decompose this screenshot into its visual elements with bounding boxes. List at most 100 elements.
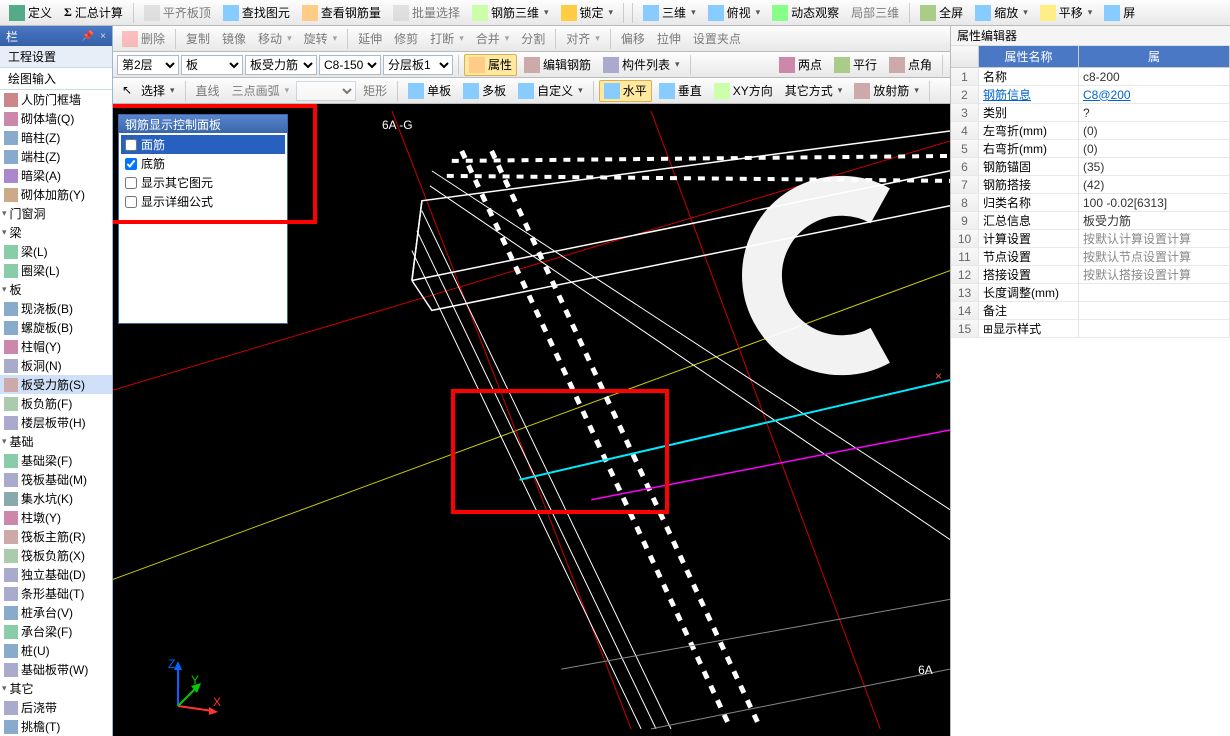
member-list-button[interactable]: 构件列表▾: [598, 54, 685, 76]
tree-item[interactable]: 楼层板带(H): [0, 413, 112, 432]
expand-icon[interactable]: ⊞: [983, 322, 993, 336]
define-button[interactable]: 定义: [4, 2, 57, 24]
tree-item[interactable]: 现浇板(B): [0, 299, 112, 318]
prop-value[interactable]: (42): [1079, 176, 1230, 193]
prop-row[interactable]: 10计算设置按默认计算设置计算: [951, 230, 1230, 248]
prop-value[interactable]: 板受力筋: [1079, 212, 1230, 229]
select-button[interactable]: ↖选择▾: [117, 80, 180, 102]
local-3d-button[interactable]: 局部三维: [846, 2, 904, 24]
radial-button[interactable]: 放射筋▾: [849, 80, 924, 102]
tree-item[interactable]: ▾门窗洞: [0, 204, 112, 223]
move-button[interactable]: 移动▾: [253, 28, 297, 50]
tree-item[interactable]: 条形基础(T): [0, 584, 112, 603]
tree-item[interactable]: 基础板带(W): [0, 660, 112, 679]
tree-item[interactable]: 板受力筋(S): [0, 375, 112, 394]
tab-project-settings[interactable]: 工程设置: [0, 46, 112, 68]
option-checkbox[interactable]: [125, 139, 137, 151]
prop-value[interactable]: ?: [1079, 104, 1230, 121]
tree-item[interactable]: 砌体加筋(Y): [0, 185, 112, 204]
stretch-button[interactable]: 拉伸: [652, 28, 686, 50]
tree-item[interactable]: ▾基础: [0, 432, 112, 451]
close-icon[interactable]: ×: [100, 31, 106, 42]
align-board-button[interactable]: 平齐板顶: [139, 2, 216, 24]
component-tree[interactable]: 人防门框墙砌体墙(Q)暗柱(Z)端柱(Z)暗梁(A)砌体加筋(Y)▾门窗洞▾梁梁…: [0, 90, 112, 736]
pan-button[interactable]: 平移▾: [1035, 2, 1098, 24]
prop-row[interactable]: 1名称c8-200: [951, 68, 1230, 86]
rebar-display-panel[interactable]: 钢筋显示控制面板 面筋底筋显示其它图元显示详细公式: [118, 114, 288, 324]
tree-item[interactable]: 螺旋板(B): [0, 318, 112, 337]
spec-select[interactable]: C8-150: [319, 55, 381, 75]
tree-item[interactable]: 柱墩(Y): [0, 508, 112, 527]
prop-grid[interactable]: 1名称c8-2002钢筋信息C8@2003类别?4左弯折(mm)(0)5右弯折(…: [951, 68, 1230, 736]
full-button[interactable]: 全屏: [915, 2, 968, 24]
lock-button[interactable]: 锁定▾: [556, 2, 619, 24]
prop-row[interactable]: 13长度调整(mm): [951, 284, 1230, 302]
prop-row[interactable]: 2钢筋信息C8@200: [951, 86, 1230, 104]
zoom-button[interactable]: 缩放▾: [970, 2, 1033, 24]
tree-item[interactable]: 端柱(Z): [0, 147, 112, 166]
subtype-select[interactable]: 板受力筋: [245, 55, 317, 75]
prop-value[interactable]: [1079, 320, 1230, 337]
tree-item[interactable]: 筏板主筋(R): [0, 527, 112, 546]
tree-item[interactable]: 暗柱(Z): [0, 128, 112, 147]
prop-row[interactable]: 12搭接设置按默认搭接设置计算: [951, 266, 1230, 284]
option-checkbox[interactable]: [125, 196, 137, 208]
prop-row[interactable]: 9汇总信息板受力筋: [951, 212, 1230, 230]
floor-select[interactable]: 第2层: [117, 55, 179, 75]
trim-button[interactable]: 修剪: [389, 28, 423, 50]
horiz-button[interactable]: 水平: [599, 80, 652, 102]
tab-draw-input[interactable]: 绘图输入: [0, 68, 112, 90]
option-checkbox[interactable]: [125, 158, 137, 170]
topview-button[interactable]: 俯视▾: [703, 2, 766, 24]
tree-item[interactable]: 暗梁(A): [0, 166, 112, 185]
tree-item[interactable]: 柱帽(Y): [0, 337, 112, 356]
delete-button[interactable]: 删除: [117, 28, 170, 50]
tree-item[interactable]: 圈梁(L): [0, 261, 112, 280]
prop-row[interactable]: 6钢筋锚固(35): [951, 158, 1230, 176]
break-button[interactable]: 打断▾: [425, 28, 469, 50]
tree-item[interactable]: 桩承台(V): [0, 603, 112, 622]
prop-value[interactable]: 按默认计算设置计算: [1079, 230, 1230, 247]
single-board-button[interactable]: 单板: [403, 80, 456, 102]
vert-button[interactable]: 垂直: [654, 80, 707, 102]
prop-value[interactable]: 按默认搭接设置计算: [1079, 266, 1230, 283]
panel-option[interactable]: 底筋: [121, 154, 285, 173]
prop-value[interactable]: 100 -0.02[6313]: [1079, 194, 1230, 211]
view3d-button[interactable]: 三维▾: [638, 2, 701, 24]
tree-item[interactable]: 挑檐(T): [0, 717, 112, 736]
tree-item[interactable]: 筏板基础(M): [0, 470, 112, 489]
prop-row[interactable]: 3类别?: [951, 104, 1230, 122]
prop-row[interactable]: 5右弯折(mm)(0): [951, 140, 1230, 158]
tree-item[interactable]: ▾梁: [0, 223, 112, 242]
other-way-button[interactable]: 其它方式▾: [780, 80, 848, 102]
tree-item[interactable]: 承台梁(F): [0, 622, 112, 641]
tree-item[interactable]: 集水坑(K): [0, 489, 112, 508]
prop-row[interactable]: 11节点设置按默认节点设置计算: [951, 248, 1230, 266]
dyn-obs-button[interactable]: 动态观察: [767, 2, 844, 24]
rebar-3d-button[interactable]: 钢筋三维▾: [467, 2, 554, 24]
multi-board-button[interactable]: 多板: [458, 80, 511, 102]
custom-button[interactable]: 自定义▾: [513, 80, 588, 102]
screen-button[interactable]: 屏: [1099, 2, 1140, 24]
rotate-button[interactable]: 旋转▾: [299, 28, 343, 50]
arc-opts[interactable]: [296, 81, 356, 101]
find-rebar-button[interactable]: 查看钢筋量: [297, 2, 386, 24]
tree-item[interactable]: 独立基础(D): [0, 565, 112, 584]
tree-item[interactable]: ▾板: [0, 280, 112, 299]
merge-button[interactable]: 合并▾: [471, 28, 515, 50]
tree-item[interactable]: 筏板负筋(X): [0, 546, 112, 565]
attrs-button[interactable]: 属性: [464, 54, 517, 76]
extend-button[interactable]: 延伸: [353, 28, 387, 50]
prop-row[interactable]: 4左弯折(mm)(0): [951, 122, 1230, 140]
prop-value[interactable]: 按默认节点设置计算: [1079, 248, 1230, 265]
sum-calc-button[interactable]: Σ 汇总计算: [59, 2, 128, 24]
prop-value[interactable]: (0): [1079, 122, 1230, 139]
panel-option[interactable]: 显示其它图元: [121, 173, 285, 192]
tree-item[interactable]: ▾其它: [0, 679, 112, 698]
type-select[interactable]: 板: [181, 55, 243, 75]
align-button[interactable]: 对齐▾: [561, 28, 605, 50]
tree-item[interactable]: 桩(U): [0, 641, 112, 660]
tree-item[interactable]: 人防门框墙: [0, 90, 112, 109]
rect-button[interactable]: 矩形: [358, 80, 392, 102]
split-button[interactable]: 分割: [516, 28, 550, 50]
